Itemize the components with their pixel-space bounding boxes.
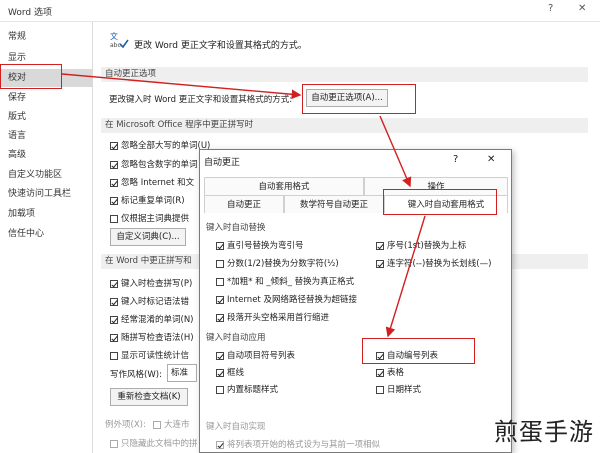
annotation-arrows [61, 73, 426, 338]
arrow-to-numbered-lists [385, 215, 426, 338]
watermark-text: 煎蛋手游 [494, 418, 594, 446]
arrow-to-autoformat-tab [379, 115, 412, 188]
arrow-to-autocorrect-button [61, 73, 302, 100]
